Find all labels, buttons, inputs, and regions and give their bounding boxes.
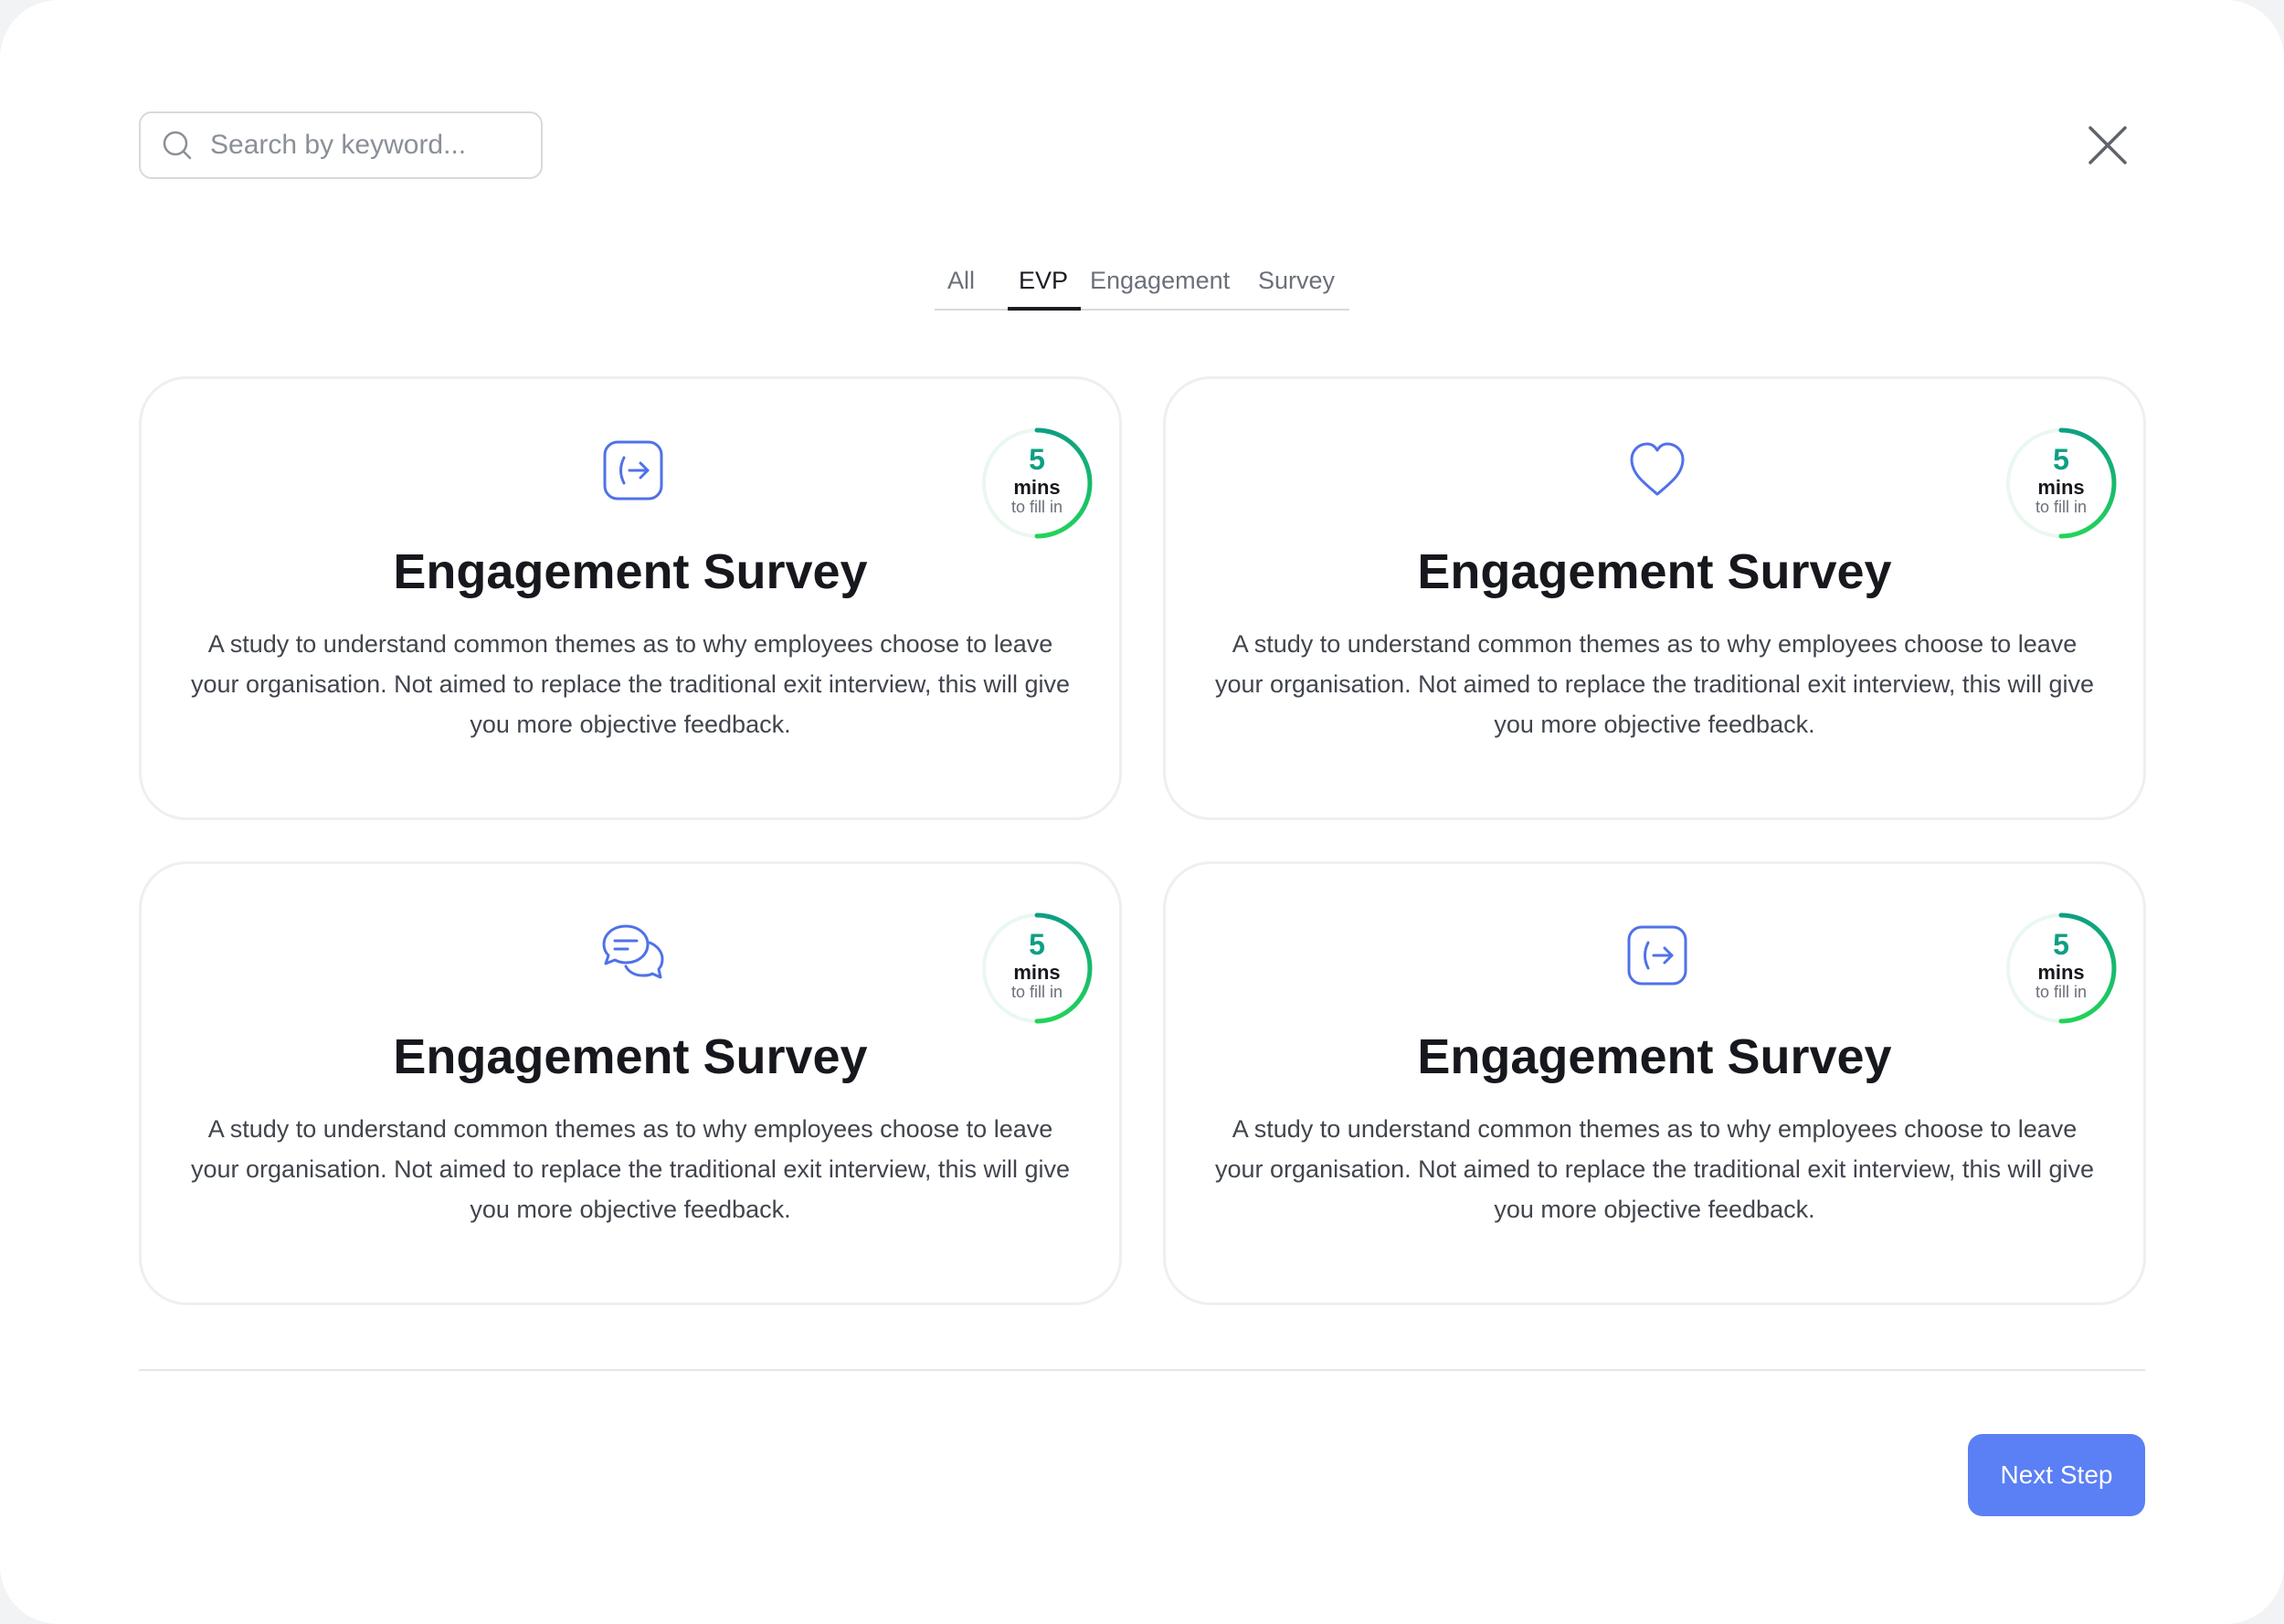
card-title: Engagement Survey bbox=[393, 1029, 868, 1084]
login-arrow-icon bbox=[1627, 925, 1687, 986]
time-estimate-badge: 5 mins to fill in bbox=[980, 427, 1094, 540]
search-input[interactable] bbox=[208, 129, 523, 162]
footer-divider bbox=[139, 1369, 2145, 1371]
tab-evp[interactable]: EVP bbox=[1019, 267, 1068, 295]
survey-card[interactable]: 5 mins to fill in Engagement Survey A st… bbox=[1163, 861, 2146, 1305]
time-value: 5 bbox=[1029, 928, 1045, 961]
close-button[interactable] bbox=[2085, 122, 2131, 168]
time-estimate-badge: 5 mins to fill in bbox=[980, 912, 1094, 1025]
survey-card[interactable]: 5 mins to fill in Engagement Survey A st… bbox=[139, 861, 1122, 1305]
card-description: A study to understand common themes as t… bbox=[191, 630, 1070, 738]
time-unit: mins bbox=[1013, 476, 1061, 499]
time-value: 5 bbox=[2053, 928, 2069, 961]
time-unit: mins bbox=[2037, 961, 2085, 984]
time-caption: to fill in bbox=[1010, 498, 1063, 516]
heart-icon bbox=[1630, 442, 1685, 496]
time-value: 5 bbox=[2053, 443, 2069, 476]
card-title: Engagement Survey bbox=[1417, 1029, 1892, 1084]
card-description: A study to understand common themes as t… bbox=[191, 1115, 1070, 1223]
survey-card[interactable]: 5 mins to fill in Engagement Survey A st… bbox=[139, 376, 1122, 820]
survey-card[interactable]: 5 mins to fill in Engagement Survey A st… bbox=[1163, 376, 2146, 820]
search-icon bbox=[163, 131, 192, 160]
tab-engagement[interactable]: Engagement bbox=[1090, 267, 1230, 295]
time-caption: to fill in bbox=[2035, 498, 2088, 516]
card-description: A study to understand common themes as t… bbox=[1215, 1115, 2094, 1223]
login-arrow-icon bbox=[603, 440, 663, 501]
tab-survey[interactable]: Survey bbox=[1258, 267, 1335, 295]
close-icon bbox=[2088, 126, 2127, 164]
tab-all[interactable]: All bbox=[947, 267, 975, 295]
time-unit: mins bbox=[1013, 961, 1061, 984]
chat-bubbles-icon bbox=[602, 924, 664, 979]
time-caption: to fill in bbox=[2035, 983, 2088, 1001]
active-tab-indicator bbox=[1008, 307, 1081, 311]
search-box[interactable] bbox=[139, 111, 543, 179]
time-value: 5 bbox=[1029, 443, 1045, 476]
template-picker-modal: All EVP Engagement Survey bbox=[0, 0, 2284, 1624]
card-title: Engagement Survey bbox=[1417, 544, 1892, 599]
time-estimate-badge: 5 mins to fill in bbox=[2004, 427, 2118, 540]
time-caption: to fill in bbox=[1010, 983, 1063, 1001]
card-description: A study to understand common themes as t… bbox=[1215, 630, 2094, 738]
time-unit: mins bbox=[2037, 476, 2085, 499]
next-step-button[interactable]: Next Step bbox=[1968, 1434, 2145, 1516]
card-title: Engagement Survey bbox=[393, 544, 868, 599]
category-tabs: All EVP Engagement Survey bbox=[935, 261, 1349, 311]
time-estimate-badge: 5 mins to fill in bbox=[2004, 912, 2118, 1025]
